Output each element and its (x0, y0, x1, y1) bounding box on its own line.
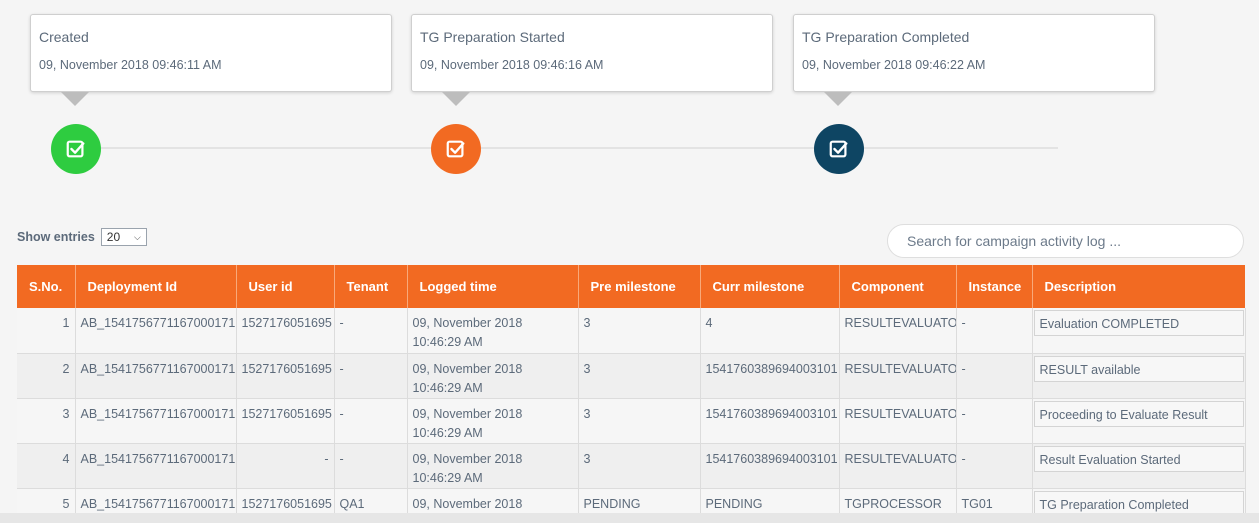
cell-curr-milestone: 1541760389694003101 (700, 353, 840, 399)
cell-sno: 2 (17, 353, 76, 399)
column-header-pre-milestone[interactable]: Pre milestone (578, 265, 701, 308)
cell-curr-milestone: 1541760389694003101 (700, 443, 840, 489)
search-placeholder: Search for campaign activity log ... (907, 233, 1121, 249)
show-entries-control: Show entries 20 ⌵ (17, 228, 147, 246)
cell-tenant: - (334, 398, 408, 444)
entries-select[interactable]: 20 ⌵ (100, 228, 147, 246)
column-header-user-id[interactable]: User id (236, 265, 335, 308)
cell-logged-time: 09, November 2018 10:46:29 AM (407, 308, 579, 354)
table-row: 3 AB_1541756771167000171 1527176051695 -… (17, 398, 1246, 444)
card-pointer (61, 92, 89, 106)
milestone-time: 09, November 2018 09:46:22 AM (802, 58, 986, 72)
cell-deployment-id: AB_1541756771167000171 (75, 443, 237, 489)
cell-deployment-id: AB_1541756771167000171 (75, 353, 237, 399)
cell-instance: - (956, 353, 1033, 399)
column-header-tenant[interactable]: Tenant (334, 265, 408, 308)
description-text: Result Evaluation Started (1033, 445, 1244, 472)
column-header-component[interactable]: Component (839, 265, 957, 308)
cell-instance: - (956, 398, 1033, 444)
cell-logged-time: 09, November 2018 10:46:29 AM (407, 443, 579, 489)
cell-description: Result Evaluation Started (1032, 443, 1246, 489)
entries-select-value: 20 (106, 230, 121, 244)
timeline-line (75, 147, 1058, 149)
activity-log-table: S.No. Deployment Id User id Tenant Logge… (17, 265, 1246, 523)
cell-description: Evaluation COMPLETED (1032, 308, 1246, 354)
cell-description: Proceeding to Evaluate Result (1032, 398, 1246, 444)
chevron-down-icon: ⌵ (133, 231, 141, 242)
cell-tenant: - (334, 353, 408, 399)
table-row: 4 AB_1541756771167000171 - - 09, Novembe… (17, 443, 1246, 489)
horizontal-scrollbar[interactable] (0, 513, 1259, 523)
milestone-node-created[interactable] (51, 124, 101, 174)
cell-sno: 4 (17, 443, 76, 489)
check-square-icon (829, 140, 848, 158)
cell-sno: 1 (17, 308, 76, 354)
cell-component: RESULTEVALUATOR (839, 398, 957, 444)
cell-component: RESULTEVALUATOR (839, 308, 957, 354)
show-entries-label: Show entries (17, 230, 95, 244)
column-header-instance[interactable]: Instance (956, 265, 1033, 308)
cell-logged-time: 09, November 2018 10:46:29 AM (407, 353, 579, 399)
description-text: Evaluation COMPLETED (1033, 310, 1244, 336)
cell-pre-milestone: 3 (578, 398, 701, 444)
description-text: Proceeding to Evaluate Result (1033, 400, 1244, 427)
table-row: 2 AB_1541756771167000171 1527176051695 -… (17, 353, 1246, 399)
cell-deployment-id: AB_1541756771167000171 (75, 398, 237, 444)
cell-instance: - (956, 308, 1033, 354)
cell-tenant: - (334, 308, 408, 354)
cell-pre-milestone: 3 (578, 443, 701, 489)
milestone-card-created: Created 09, November 2018 09:46:11 AM (30, 14, 392, 92)
column-header-sno[interactable]: S.No. (17, 265, 76, 308)
column-header-logged-time[interactable]: Logged time (407, 265, 579, 308)
cell-user-id: 1527176051695 (236, 398, 335, 444)
cell-tenant: - (334, 443, 408, 489)
cell-user-id: 1527176051695 (236, 353, 335, 399)
cell-curr-milestone: 4 (700, 308, 840, 354)
check-square-icon (446, 140, 465, 158)
cell-curr-milestone: 1541760389694003101 (700, 398, 840, 444)
cell-description: RESULT available (1032, 353, 1246, 399)
milestone-card-tg-completed: TG Preparation Completed 09, November 20… (793, 14, 1155, 92)
card-pointer (824, 92, 852, 106)
column-header-deployment-id[interactable]: Deployment Id (75, 265, 237, 308)
column-header-curr-milestone[interactable]: Curr milestone (700, 265, 840, 308)
cell-instance: - (956, 443, 1033, 489)
column-header-description[interactable]: Description (1032, 265, 1245, 308)
cell-sno: 3 (17, 398, 76, 444)
milestone-title: TG Preparation Started (420, 29, 565, 45)
cell-logged-time: 09, November 2018 10:46:29 AM (407, 398, 579, 444)
table-row: 1 AB_1541756771167000171 1527176051695 -… (17, 308, 1246, 354)
cell-user-id: - (236, 443, 335, 489)
cell-user-id: 1527176051695 (236, 308, 335, 354)
search-input[interactable]: Search for campaign activity log ... (887, 224, 1244, 258)
cell-pre-milestone: 3 (578, 353, 701, 399)
table-header-row: S.No. Deployment Id User id Tenant Logge… (17, 265, 1245, 308)
milestone-timeline: Created 09, November 2018 09:46:11 AM TG… (0, 0, 1259, 200)
milestone-node-tg-started[interactable] (431, 124, 481, 174)
card-pointer (442, 92, 470, 106)
milestone-time: 09, November 2018 09:46:16 AM (420, 58, 604, 72)
milestone-card-tg-started: TG Preparation Started 09, November 2018… (411, 14, 773, 92)
cell-component: RESULTEVALUATOR (839, 353, 957, 399)
description-text: RESULT available (1033, 355, 1244, 382)
milestone-node-tg-completed[interactable] (814, 124, 864, 174)
milestone-title: Created (39, 29, 89, 45)
cell-pre-milestone: 3 (578, 308, 701, 354)
milestone-title: TG Preparation Completed (802, 29, 970, 45)
check-square-icon (66, 140, 85, 158)
cell-component: RESULTEVALUATOR (839, 443, 957, 489)
cell-deployment-id: AB_1541756771167000171 (75, 308, 237, 354)
milestone-time: 09, November 2018 09:46:11 AM (39, 58, 222, 72)
